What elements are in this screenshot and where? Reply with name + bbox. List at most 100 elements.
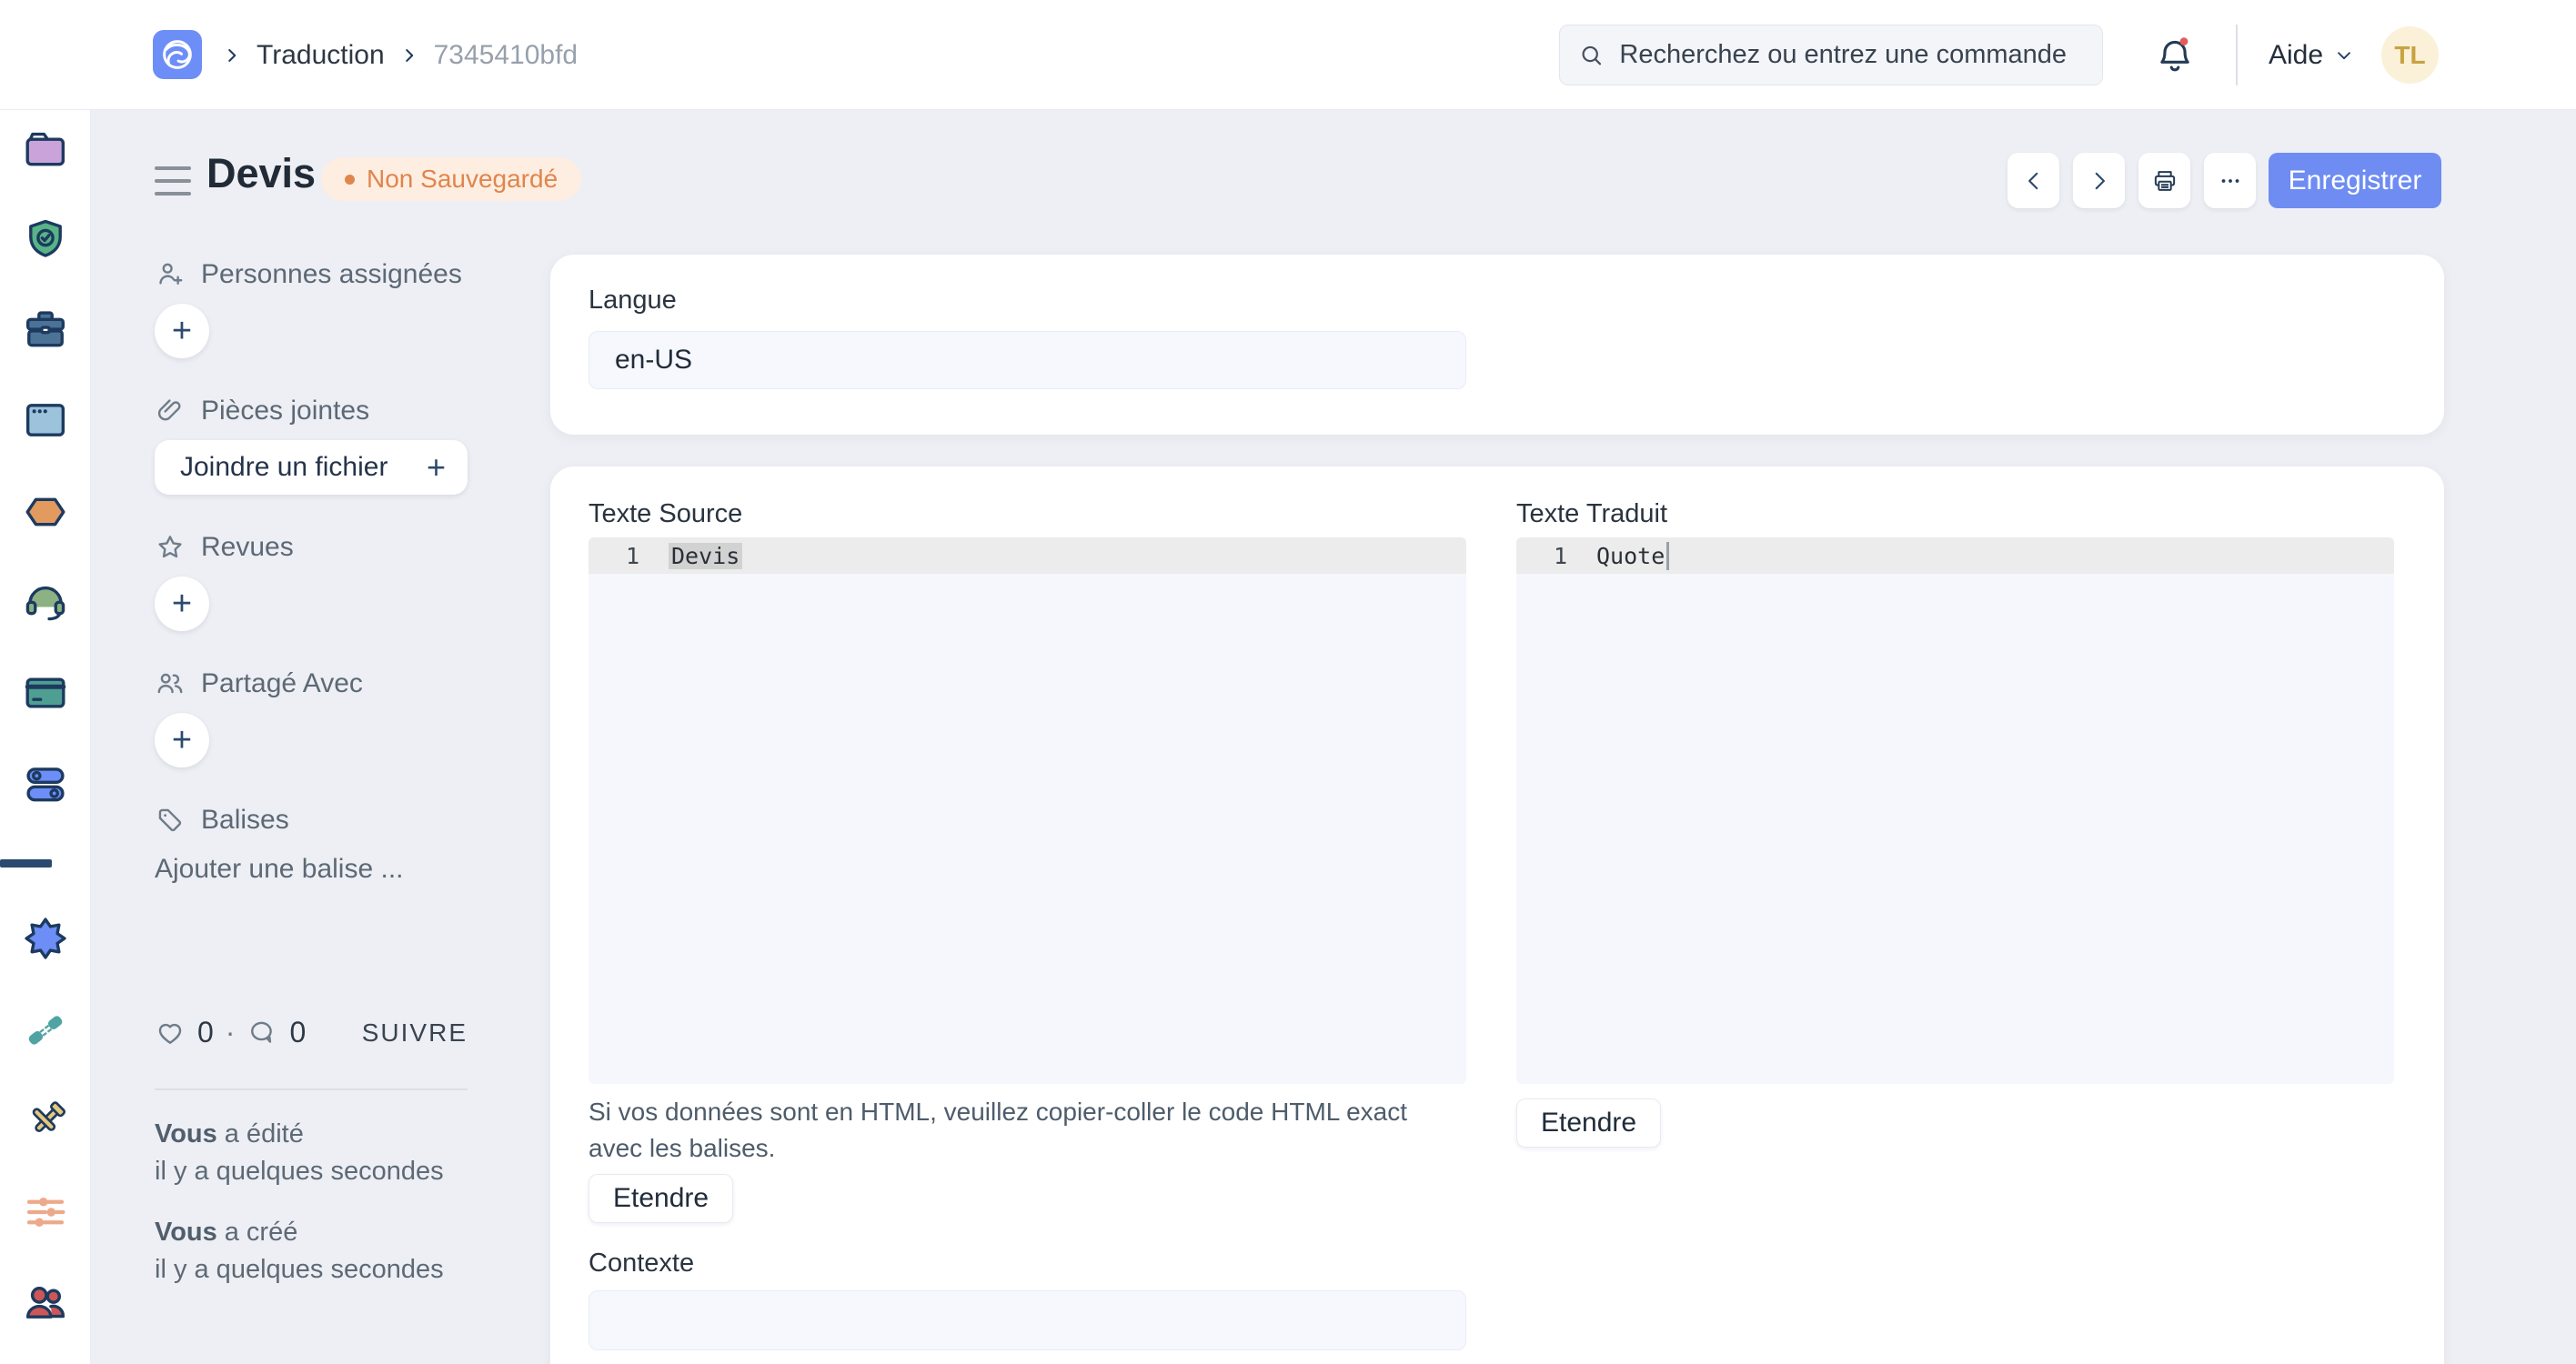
print-button[interactable] — [2138, 153, 2190, 208]
sidebar-item-teams[interactable] — [21, 1278, 70, 1327]
attachments-section-header: Pièces jointes — [155, 396, 369, 426]
translated-text-editor[interactable]: 1 Quote — [1516, 537, 2394, 1084]
shield-check-icon — [21, 216, 70, 265]
avatar[interactable]: TL — [2381, 26, 2439, 84]
save-button[interactable]: Enregistrer — [2269, 153, 2441, 208]
language-field[interactable]: en-US — [589, 331, 1466, 389]
follow-button[interactable]: SUIVRE — [362, 1018, 468, 1048]
source-code-text: Devis — [669, 543, 742, 569]
users-icon — [21, 1278, 70, 1327]
topbar-divider — [2236, 25, 2238, 85]
unread-dot — [2180, 37, 2189, 45]
sidebar-item-headset[interactable] — [21, 578, 70, 627]
tag-icon — [155, 805, 186, 836]
credit-card-icon — [21, 668, 70, 717]
sidebar-item-hexagon[interactable] — [21, 487, 70, 537]
attach-file-button[interactable]: Joindre un fichier + — [155, 440, 468, 495]
add-share-button[interactable]: + — [155, 713, 209, 767]
menu-button[interactable] — [155, 166, 191, 196]
sidebar-item-shield[interactable] — [21, 216, 70, 265]
command-search[interactable] — [1559, 25, 2103, 85]
sidebar-item-card[interactable] — [21, 668, 70, 717]
chevron-down-icon — [2334, 45, 2354, 65]
comment-icon[interactable] — [247, 1018, 277, 1048]
sidebar-item-briefcase[interactable] — [21, 306, 70, 355]
shared-with-label: Partagé Avec — [201, 668, 363, 699]
add-review-button[interactable]: + — [155, 577, 209, 631]
add-assignee-button[interactable]: + — [155, 304, 209, 358]
chevron-right-icon — [2088, 169, 2111, 193]
text-cursor — [1666, 542, 1669, 570]
briefcase-icon — [21, 306, 70, 355]
tags-label: Balises — [201, 805, 289, 836]
activity-action: a créé — [225, 1218, 298, 1247]
sidebar-item-browser[interactable] — [21, 396, 70, 445]
translated-text-label: Texte Traduit — [1516, 499, 1667, 529]
likes-count: 0 — [197, 1016, 214, 1049]
heart-icon[interactable] — [155, 1018, 186, 1048]
search-icon — [1578, 41, 1605, 70]
star-icon — [155, 532, 186, 563]
sliders-icon — [21, 1188, 70, 1237]
sidebar-item-preferences[interactable] — [21, 1188, 70, 1237]
language-card: Langue en-US — [550, 255, 2444, 435]
avatar-initials: TL — [2394, 41, 2425, 70]
count-separator: · — [226, 1016, 236, 1049]
logo-swirl-icon — [158, 35, 196, 74]
app-logo[interactable] — [153, 30, 202, 79]
expand-translated-button[interactable]: Etendre — [1516, 1098, 1661, 1148]
breadcrumb: Traduction 7345410bfd — [222, 0, 578, 110]
tags-section-header: Balises — [155, 805, 289, 836]
context-field[interactable] — [589, 1290, 1466, 1350]
help-menu[interactable]: Aide — [2269, 0, 2354, 110]
search-input[interactable] — [1619, 40, 2084, 70]
editor-line: 1 Devis — [589, 537, 1466, 574]
chevron-right-icon — [399, 45, 419, 65]
paperclip-icon — [155, 396, 186, 426]
previous-record-button[interactable] — [2007, 153, 2059, 208]
plus-icon: + — [427, 448, 446, 486]
status-dot-icon — [345, 175, 355, 185]
sidebar-item-integrations[interactable] — [21, 1006, 70, 1055]
activity-actor: Vous — [155, 1119, 217, 1148]
more-actions-button[interactable] — [2204, 153, 2256, 208]
breadcrumb-item-record-id[interactable]: 7345410bfd — [434, 40, 579, 71]
assignees-section-header: Personnes assignées — [155, 259, 462, 290]
nav-rail-divider — [0, 859, 52, 868]
notifications-button[interactable] — [2152, 33, 2198, 78]
social-bar: 0 · 0 SUIVRE — [155, 1016, 468, 1049]
comments-count: 0 — [289, 1016, 306, 1049]
next-record-button[interactable] — [2073, 153, 2125, 208]
sidebar-item-tools[interactable] — [21, 1097, 70, 1146]
context-label: Contexte — [589, 1249, 694, 1279]
folder-icon — [21, 125, 70, 174]
app-window: Traduction 7345410bfd Aide TL — [0, 0, 2576, 1364]
attach-file-label: Joindre un fichier — [180, 452, 387, 483]
status-badge-label: Non Sauvegardé — [367, 165, 558, 194]
attachments-label: Pièces jointes — [201, 396, 369, 426]
status-badge: Non Sauvegardé — [321, 157, 581, 201]
html-help-text: Si vos données sont en HTML, veuillez co… — [589, 1094, 1439, 1167]
ellipsis-icon — [2217, 167, 2244, 195]
reviews-label: Revues — [201, 532, 294, 563]
activity-entry: Vousa créé il y a quelques secondes — [155, 1214, 444, 1289]
chevron-right-icon — [222, 45, 242, 65]
topbar: Traduction 7345410bfd Aide TL — [0, 0, 2576, 110]
users-outline-icon — [155, 668, 186, 699]
sidebar-item-folder[interactable] — [21, 125, 70, 174]
plug-icon — [21, 1006, 70, 1055]
assignees-label: Personnes assignées — [201, 259, 462, 290]
nav-rail — [0, 110, 91, 1364]
activity-actor: Vous — [155, 1218, 217, 1247]
expand-source-button[interactable]: Etendre — [589, 1174, 733, 1223]
activity-action: a édité — [225, 1119, 304, 1148]
add-tag-input[interactable]: Ajouter une balise ... — [155, 854, 404, 885]
sidebar-item-toggles[interactable] — [21, 760, 70, 809]
activity-entry: Vousa édité il y a quelques secondes — [155, 1116, 444, 1190]
breadcrumb-item-module[interactable]: Traduction — [257, 40, 385, 71]
language-label: Langue — [589, 286, 677, 316]
tools-icon — [21, 1097, 70, 1146]
sidebar-item-settings[interactable] — [21, 914, 70, 963]
editor-line: 1 Quote — [1516, 537, 2394, 574]
source-text-editor[interactable]: 1 Devis — [589, 537, 1466, 1084]
